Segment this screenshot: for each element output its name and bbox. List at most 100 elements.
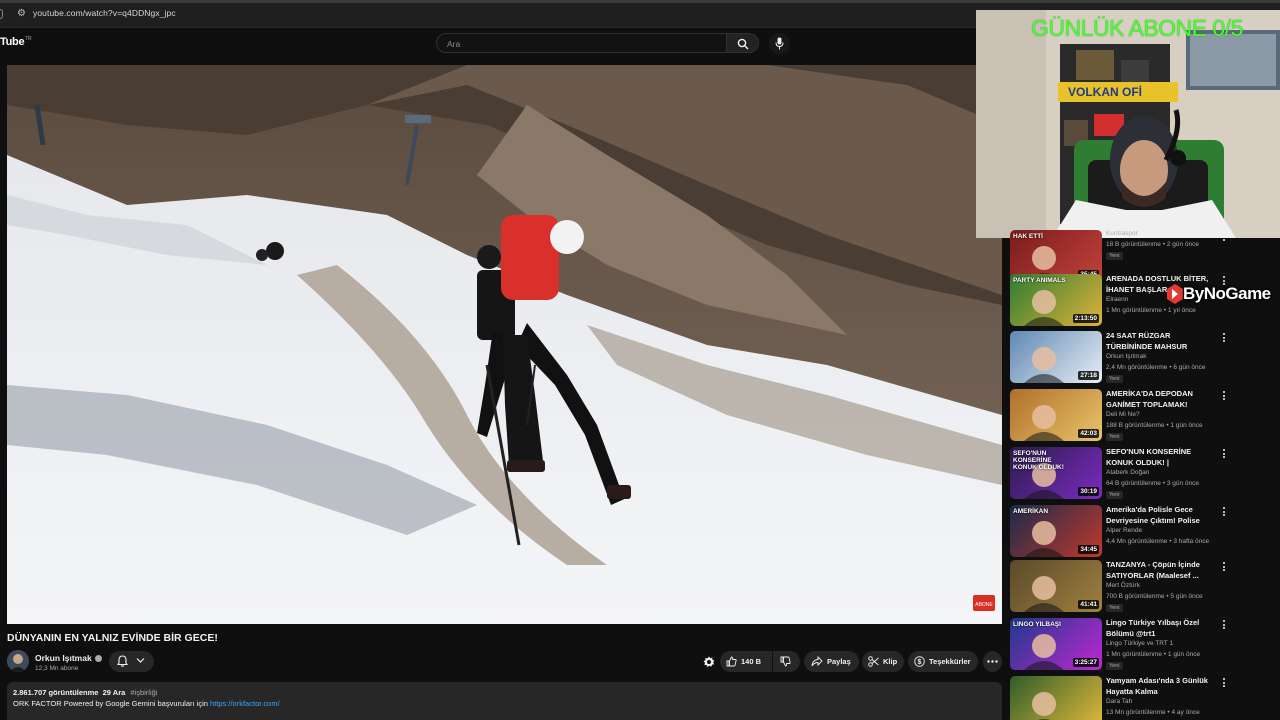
microphone-icon [775,37,784,50]
recommendation-channel[interactable]: Kontraspor [1106,230,1138,237]
recommendation-channel[interactable]: Mert Öztürk [1106,582,1140,589]
recommendation-item[interactable]: 42:03 AMERİKA'DA DEPODAN GANİMET TOPLAMAK… [1010,389,1280,444]
recommendation-title[interactable]: SEFO'NUN KONSERİNE KONUK OLDUK! | KONSER… [1106,447,1218,468]
description-stats: 2.861.707 görüntülenme 29 Ara #işbirliği [13,688,157,697]
logo-country: TR [25,36,32,43]
video-duration: 41:41 [1078,600,1099,609]
share-label: Paylaş [827,657,851,666]
clip-button[interactable]: Klip [862,651,904,672]
svg-text:VOLKAN OFİ: VOLKAN OFİ [1068,84,1142,99]
recommendation-thumbnail[interactable]: AMERİKAN 34:45 [1010,505,1102,557]
recommendation-meta: 64 B görüntülenme • 3 gün önce [1106,480,1199,487]
more-vert-icon[interactable] [1221,620,1227,632]
like-button[interactable]: 140 B [720,651,772,672]
avatar-image [7,650,29,672]
video-duration: 34:45 [1078,545,1099,554]
recommendation-item[interactable]: LINGO YILBAŞI 3:25:27 Lingo Türkiye Yılbaş… [1010,618,1280,673]
recommendation-item[interactable]: PARTY ANIMALS 2:13:50 ARENADA DOSTLUK BİTE… [1010,274,1280,329]
recommendation-channel[interactable]: Ataberk Doğan [1106,469,1149,476]
recommendation-item[interactable]: 41:41 TANZANYA - Çöpün İçinde SATIYORLAR … [1010,560,1280,615]
recommendation-channel[interactable]: Elraenn [1106,296,1128,303]
more-vert-icon[interactable] [1221,507,1227,519]
logo-text: Tube [0,36,25,48]
dislike-button[interactable] [773,651,800,672]
streamer-webcam: VOLKAN OFİ [976,10,1280,238]
recommendation-thumbnail[interactable]: PARTY ANIMALS 2:13:50 [1010,274,1102,326]
recommendation-thumbnail[interactable]: LINGO YILBAŞI 3:25:27 [1010,618,1102,670]
recommendation-meta: 1 Mn görüntülenme • 1 yıl önce [1106,307,1196,314]
new-badge: Yeni [1106,662,1123,670]
search-button[interactable] [727,33,759,53]
recommendation-thumbnail[interactable]: SEFO'NUN KONSERİNE KONUK OLDUK! 30:19 [1010,447,1102,499]
new-badge: Yeni [1106,375,1123,383]
thanks-label: Teşekkürler [929,657,971,666]
recommendation-thumbnail[interactable]: 41:41 [1010,560,1102,612]
subscribed-notification-button[interactable] [109,651,154,672]
recommendation-thumbnail[interactable] [1010,676,1102,720]
recommendation-title[interactable]: TANZANYA - Çöpün İçinde SATIYORLAR (Maal… [1106,560,1218,581]
thumbnail-caption: AMERİKAN [1013,508,1049,515]
clip-label: Klip [883,657,898,666]
recommendation-meta: 700 B görüntülenme • 5 gün önce [1106,593,1203,600]
address-bar[interactable]: youtube.com/watch?v=q4DDNgx_jpc [33,8,176,18]
share-button[interactable]: Paylaş [804,651,859,672]
youtube-logo[interactable]: TubeTR [0,36,32,48]
more-actions-button[interactable] [983,651,1002,672]
description-box[interactable]: 2.861.707 görüntülenme 29 Ara #işbirliği… [7,682,1002,720]
thumbnail-caption: PARTY ANIMALS [1013,277,1066,284]
thumbnail-caption: SEFO'NUN KONSERİNE KONUK OLDUK! [1013,450,1064,471]
recommendation-channel[interactable]: Orkun Işıtmak [1106,353,1146,360]
recommendation-thumbnail[interactable]: 27:18 [1010,331,1102,383]
view-count: 2.861.707 görüntülenme [13,688,99,697]
description-link[interactable]: https://orkfactor.com/ [210,699,280,708]
more-horizontal-icon [987,660,998,663]
thanks-button[interactable]: $ Teşekkürler [908,651,978,672]
svg-text:ABONE: ABONE [975,602,993,608]
search-placeholder: Ara [447,39,461,49]
recommendation-channel[interactable]: Alper Rende [1106,527,1142,534]
recommendation-title[interactable]: Amerika'da Polisle Gece Devriyesine Çıkt… [1106,505,1218,526]
channel-name[interactable]: Orkun Işıtmak [35,653,102,663]
recommendation-item[interactable]: SEFO'NUN KONSERİNE KONUK OLDUK! 30:19 SEFO… [1010,447,1280,502]
gem-icon[interactable] [703,656,715,668]
recommendation-item[interactable]: Yamyam Adası'nda 3 Günlük Hayatta Kalma D… [1010,676,1280,720]
channel-avatar[interactable] [7,650,29,672]
subscribe-watermark-icon[interactable]: ABONE [973,592,995,611]
recommendation-channel[interactable]: Dara Tah [1106,698,1132,705]
reload-icon[interactable] [0,9,3,19]
search-icon [737,38,749,50]
more-vert-icon[interactable] [1221,232,1227,244]
recommendation-item[interactable]: 27:18 24 SAAT RÜZGAR TÜRBİNİNDE MAHSUR KA… [1010,331,1280,386]
recommendation-item[interactable]: AMERİKAN 34:45 Amerika'da Polisle Gece Dev… [1010,505,1280,560]
recommendation-title[interactable]: ARENADA DOSTLUK BİTER, İHANET BAŞLAR [1106,274,1218,295]
share-icon [811,656,823,667]
video-player[interactable]: ABONE [7,65,1002,624]
new-badge: Yeni [1106,604,1123,612]
video-duration: 27:18 [1078,371,1099,380]
recommendation-channel[interactable]: Lingo Türkiye ve TRT 1 [1106,640,1173,647]
more-vert-icon[interactable] [1221,333,1227,345]
search-input[interactable]: Ara [436,33,727,53]
more-vert-icon[interactable] [1221,562,1227,574]
recommendation-meta: 13 Mn görüntülenme • 4 ay önce [1106,709,1200,716]
more-vert-icon[interactable] [1221,391,1227,403]
thumbnail-caption: HAK ETTİ [1013,233,1043,240]
thumbnail-image [1032,692,1056,720]
site-settings-icon[interactable]: ⚙ [17,9,27,19]
recommendation-title[interactable]: Yamyam Adası'nda 3 Günlük Hayatta Kalma [1106,676,1218,697]
hashtag[interactable]: #işbirliği [130,688,157,697]
daily-subscriber-counter: GÜNLÜK ABONE 0/5 [1031,15,1243,41]
recommendation-meta: 18 B görüntülenme • 2 gün önce [1106,241,1199,248]
more-vert-icon[interactable] [1221,449,1227,461]
recommendation-title[interactable]: 24 SAAT RÜZGAR TÜRBİNİNDE MAHSUR KALMAK! [1106,331,1218,352]
more-vert-icon[interactable] [1221,276,1227,288]
more-vert-icon[interactable] [1221,678,1227,690]
recommendation-title[interactable]: AMERİKA'DA DEPODAN GANİMET TOPLAMAK! [1106,389,1218,410]
voice-search-button[interactable] [769,33,790,54]
video-duration: 30:19 [1078,487,1099,496]
recommendation-channel[interactable]: Deli Mi Ne? [1106,411,1140,418]
recommendation-title[interactable]: Lingo Türkiye Yılbaşı Özel Bölümü @trt1 [1106,618,1218,639]
chevron-down-icon [136,658,145,663]
recommendation-thumbnail[interactable]: 42:03 [1010,389,1102,441]
new-badge: Yeni [1106,252,1123,260]
